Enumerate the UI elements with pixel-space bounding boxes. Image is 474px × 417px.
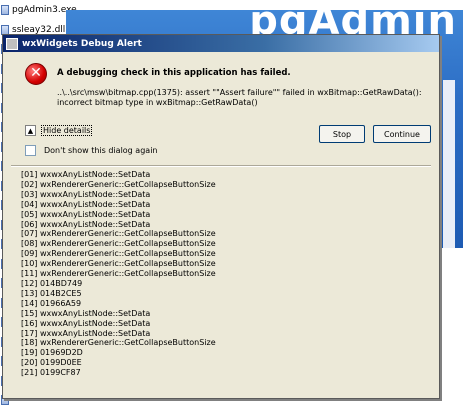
splash-panel (443, 80, 455, 248)
message-title: A debugging check in this application ha… (57, 68, 291, 78)
executable-icon (1, 5, 9, 15)
stack-trace-line: [13] 014B2CE5 (21, 288, 82, 298)
separator (11, 165, 431, 167)
dont-show-checkbox[interactable] (25, 145, 36, 156)
dont-show-option[interactable]: Don't show this dialog again (25, 145, 157, 156)
stack-trace-line: [04] wxwxAnyListNode::SetData (21, 199, 151, 209)
stack-trace-line: [20] 0199D0EE (21, 358, 82, 368)
stack-trace-line: [02] wxRendererGeneric::GetCollapseButto… (21, 179, 216, 189)
stack-trace-line: [06] wxwxAnyListNode::SetData (21, 219, 151, 229)
triangle-up-icon[interactable]: ▲ (25, 125, 36, 136)
stack-trace-line: [14] 01966A59 (21, 298, 82, 308)
dll-file-icon (1, 24, 9, 35)
stack-trace-line: [17] wxwxAnyListNode::SetData (21, 328, 151, 338)
message-detail: ..\..\src\msw\bitmap.cpp(1375): assert "… (57, 88, 422, 107)
stack-trace-line: [10] wxRendererGeneric::GetCollapseButto… (21, 259, 216, 269)
stack-trace-line: [21] 0199CF87 (21, 368, 81, 378)
hide-details-toggle[interactable]: ▲ Hide details (25, 125, 93, 136)
stack-trace-line: [09] wxRendererGeneric::GetCollapseButto… (21, 249, 216, 259)
stack-trace-line: [15] wxwxAnyListNode::SetData (21, 308, 151, 318)
continue-button[interactable]: Continue (373, 125, 431, 143)
stop-button[interactable]: Stop (319, 125, 365, 143)
app-icon (6, 37, 18, 50)
hide-details-label[interactable]: Hide details (41, 125, 93, 136)
file-name: ssleay32.dll (12, 24, 66, 35)
stack-trace-line: [03] wxwxAnyListNode::SetData (21, 189, 151, 199)
stack-trace-list[interactable]: [01] wxwxAnyListNode::SetData [02] wxRend… (15, 169, 429, 393)
debug-alert-dialog: wxWidgets Debug Alert ✕ A debugging chec… (2, 34, 440, 399)
stack-trace-line: [12] 014BD749 (21, 278, 83, 288)
dialog-titlebar[interactable]: wxWidgets Debug Alert (3, 35, 439, 52)
stack-trace-line: [08] wxRendererGeneric::GetCollapseButto… (21, 239, 216, 249)
stack-trace-line: [07] wxRendererGeneric::GetCollapseButto… (21, 229, 216, 239)
stack-trace-line: [05] wxwxAnyListNode::SetData (21, 209, 151, 219)
dont-show-label[interactable]: Don't show this dialog again (44, 146, 157, 155)
stack-trace-line: [18] wxRendererGeneric::GetCollapseButto… (21, 338, 216, 348)
stack-trace-line: [11] wxRendererGeneric::GetCollapseButto… (21, 269, 216, 279)
stack-trace-line: [16] wxwxAnyListNode::SetData (21, 318, 151, 328)
dialog-title: wxWidgets Debug Alert (22, 38, 142, 49)
error-icon: ✕ (25, 63, 47, 85)
stack-trace-line: [01] wxwxAnyListNode::SetData (21, 170, 151, 179)
stack-trace-line: [19] 01969D2D (21, 348, 83, 358)
